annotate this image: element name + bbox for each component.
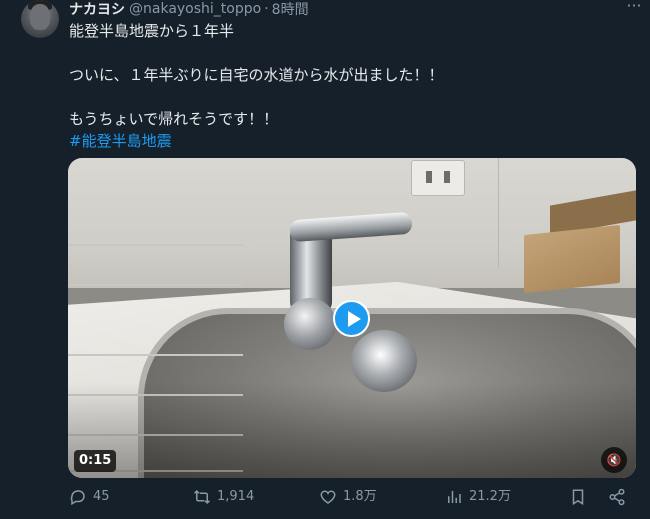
post-text: 能登半島地震から１年半 ついに、１年半ぶりに自宅の水道から水が出ました！！ もう… (69, 20, 629, 152)
repost-count: 1,914 (217, 489, 255, 504)
avatar-face (30, 4, 50, 30)
like-count: 1.8万 (343, 489, 377, 504)
play-icon[interactable] (333, 300, 370, 337)
repost-button[interactable]: 1,914 (193, 486, 254, 508)
post-line-1: 能登半島地震から１年半 (69, 22, 235, 40)
action-bar: 45 1,914 1.8万 21.2万 (69, 486, 629, 508)
reply-icon (70, 490, 85, 506)
reply-button[interactable]: 45 (69, 486, 110, 508)
post: ナカヨシ @nakayoshi_toppo · 8時間 ··· 能登半島地震から… (0, 0, 650, 519)
bookmark-icon (572, 489, 584, 506)
heart-icon (320, 490, 336, 504)
mute-icon[interactable]: 🔇 (601, 447, 627, 473)
more-options-icon[interactable]: ··· (624, 0, 644, 16)
views-button[interactable]: 21.2万 (445, 486, 511, 508)
video-duration: 0:15 (74, 450, 117, 472)
user-handle[interactable]: @nakayoshi_toppo (129, 1, 261, 17)
post-time[interactable]: 8時間 (272, 0, 309, 19)
like-button[interactable]: 1.8万 (319, 486, 377, 508)
reply-count: 45 (93, 489, 110, 504)
bookmark-button[interactable] (569, 486, 593, 508)
repost-icon (193, 489, 211, 505)
views-icon (448, 491, 461, 503)
share-icon (609, 488, 625, 506)
share-button[interactable] (608, 486, 632, 508)
hashtag-link[interactable]: #能登半島地震 (69, 130, 629, 152)
post-header: ナカヨシ @nakayoshi_toppo · 8時間 (69, 0, 309, 18)
separator-dot: · (264, 1, 269, 17)
avatar[interactable] (21, 0, 59, 38)
display-name[interactable]: ナカヨシ (69, 0, 125, 19)
view-count: 21.2万 (469, 489, 511, 504)
post-line-3: もうちょいで帰れそうです！！ (69, 110, 279, 128)
post-line-2: ついに、１年半ぶりに自宅の水道から水が出ました！！ (69, 66, 444, 84)
